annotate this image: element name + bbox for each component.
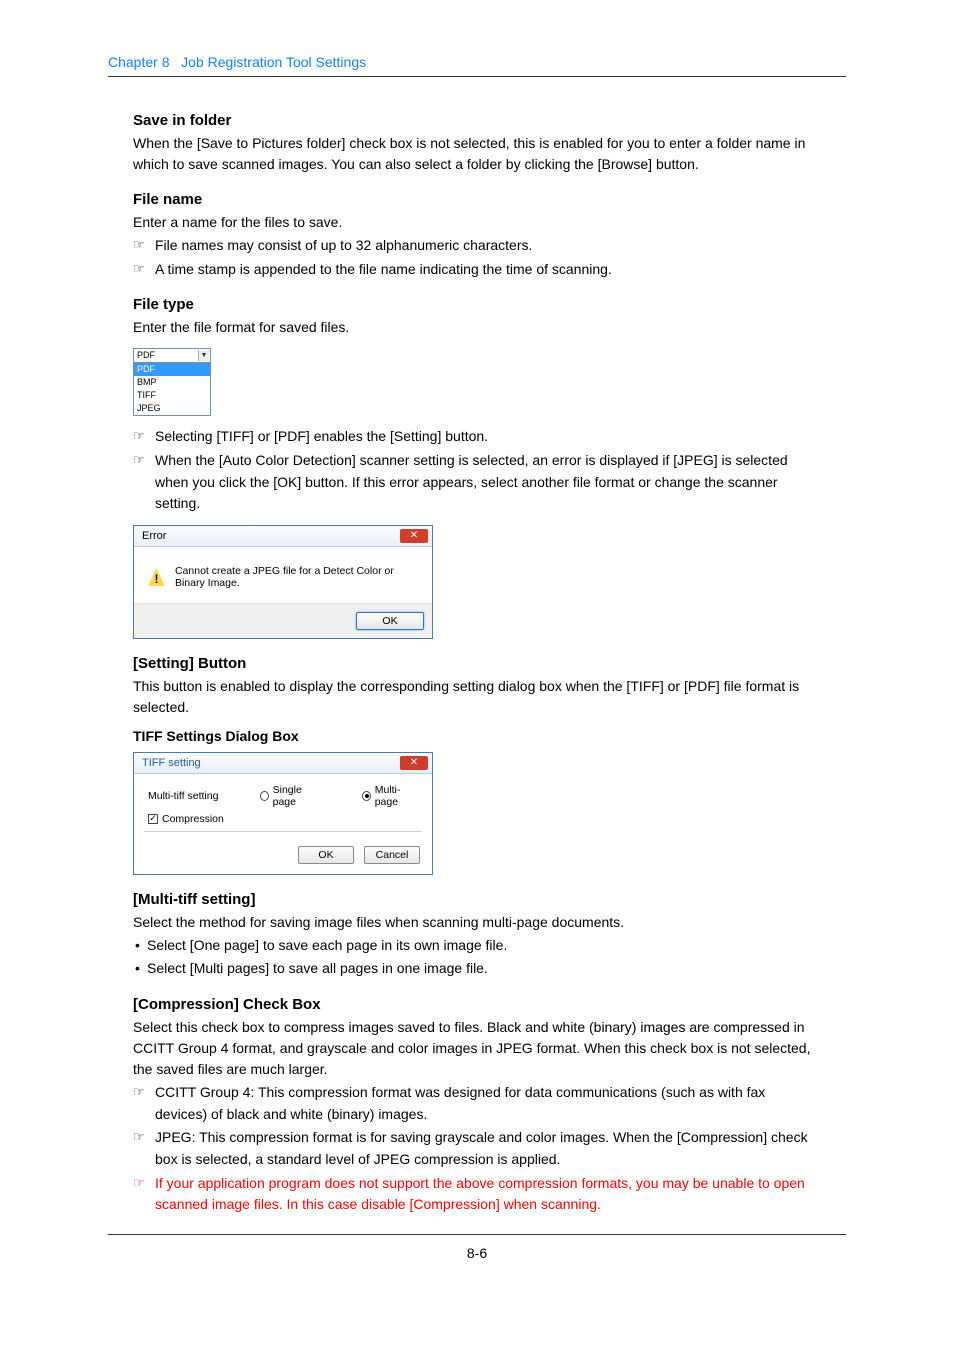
error-dialog-title: Error — [142, 530, 166, 542]
ok-button[interactable]: OK — [298, 846, 354, 864]
radio-icon — [260, 791, 269, 801]
footer-rule — [108, 1234, 846, 1235]
tiff-dialog-title: TIFF setting — [142, 757, 201, 769]
cancel-button[interactable]: Cancel — [364, 846, 420, 864]
compression-text: Select this check box to compress images… — [133, 1017, 821, 1080]
close-icon[interactable]: ✕ — [400, 756, 428, 770]
file-type-note: When the [Auto Color Detection] scanner … — [133, 450, 821, 515]
ok-button[interactable]: OK — [356, 612, 424, 630]
dropdown-option[interactable]: PDF — [134, 363, 210, 376]
separator — [144, 831, 422, 832]
setting-button-heading: [Setting] Button — [133, 655, 821, 672]
tiff-settings-dialog: TIFF setting ✕ Multi-tiff setting Single… — [133, 752, 433, 875]
checkbox-icon: ✓ — [148, 814, 158, 824]
chapter-title: Job Registration Tool Settings — [181, 54, 366, 70]
page-number: 8-6 — [133, 1245, 821, 1261]
file-type-dropdown[interactable]: PDF ▼ PDF BMP TIFF JPEG — [133, 348, 211, 416]
file-name-note: File names may consist of up to 32 alpha… — [133, 235, 821, 257]
warning-icon: ! — [148, 568, 165, 586]
multi-tiff-label: Multi-tiff setting — [148, 790, 220, 802]
list-item: Select [Multi pages] to save all pages i… — [133, 958, 821, 980]
save-in-folder-text: When the [Save to Pictures folder] check… — [133, 133, 821, 175]
file-name-note: A time stamp is appended to the file nam… — [133, 259, 821, 281]
dropdown-option[interactable]: JPEG — [134, 402, 210, 415]
compression-heading: [Compression] Check Box — [133, 996, 821, 1013]
compression-checkbox[interactable]: ✓ Compression — [148, 813, 224, 825]
list-item: Select [One page] to save each page in i… — [133, 935, 821, 957]
error-message: Cannot create a JPEG file for a Detect C… — [175, 565, 418, 589]
close-icon[interactable]: ✕ — [400, 529, 428, 543]
tiff-settings-heading: TIFF Settings Dialog Box — [133, 728, 821, 744]
page-header: Chapter 8 Job Registration Tool Settings — [108, 54, 846, 70]
radio-icon — [362, 791, 371, 801]
compression-note: JPEG: This compression format is for sav… — [133, 1127, 821, 1170]
single-page-radio[interactable]: Single page — [260, 784, 322, 808]
setting-button-text: This button is enabled to display the co… — [133, 676, 821, 718]
chevron-down-icon[interactable]: ▼ — [198, 350, 209, 361]
compression-warning-note: If your application program does not sup… — [133, 1173, 821, 1216]
file-name-text: Enter a name for the files to save. — [133, 212, 821, 233]
compression-note: CCITT Group 4: This compression format w… — [133, 1082, 821, 1125]
multi-tiff-heading: [Multi-tiff setting] — [133, 891, 821, 908]
chapter-label: Chapter 8 — [108, 54, 169, 70]
error-dialog: Error ✕ ! Cannot create a JPEG file for … — [133, 525, 433, 639]
save-in-folder-heading: Save in folder — [133, 112, 821, 129]
file-type-note: Selecting [TIFF] or [PDF] enables the [S… — [133, 426, 821, 448]
header-rule — [108, 76, 846, 77]
dropdown-selected: PDF — [137, 350, 155, 361]
file-type-text: Enter the file format for saved files. — [133, 317, 821, 338]
file-name-heading: File name — [133, 191, 821, 208]
multi-page-radio[interactable]: Multi-page — [362, 784, 418, 808]
dropdown-option[interactable]: BMP — [134, 376, 210, 389]
multi-tiff-text: Select the method for saving image files… — [133, 912, 821, 933]
file-type-heading: File type — [133, 296, 821, 313]
dropdown-option[interactable]: TIFF — [134, 389, 210, 402]
